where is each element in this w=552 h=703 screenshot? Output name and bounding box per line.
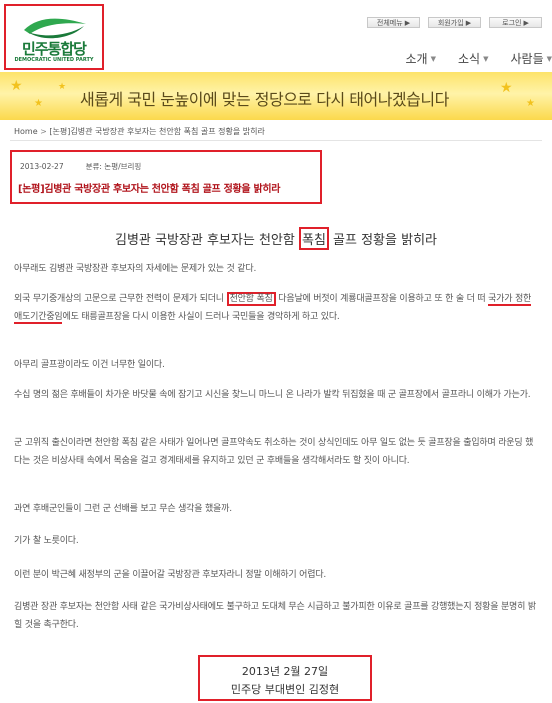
- article-paragraph: 수십 명의 젊은 후배들이 차가운 바닷물 속에 잠기고 시신을 찾느니 마느니…: [14, 390, 531, 400]
- article-paragraph: 아무래도 김병관 국방장관 후보자의 자세에는 문제가 있는 것 같다.: [14, 264, 257, 274]
- post-date: 2013-02-27: [20, 162, 64, 171]
- star-decoration-icon: ★: [526, 98, 535, 109]
- article-paragraph: 외국 무기중개상의 고문으로 근무한 전력이 문제가 되더니 천안함 폭침 다음…: [14, 290, 540, 326]
- article-paragraph: 기가 찰 노릇이다.: [14, 536, 79, 546]
- article-paragraph: 군 고위직 출신이라면 천안함 폭침 같은 사태가 일어나면 골프약속도 취소하…: [14, 438, 534, 466]
- nav-item-label: 소개: [405, 52, 428, 66]
- article-title-part: 골프 정황을 밝히라: [328, 233, 437, 248]
- star-decoration-icon: ★: [500, 80, 513, 96]
- nav-item-label: 사람들: [510, 52, 544, 66]
- top-link-label: 로그인: [502, 18, 522, 27]
- article-paragraph: 과연 후배군인들이 그런 군 선배를 보고 무슨 생각을 했을까.: [14, 504, 232, 514]
- logo-subtitle: DEMOCRATIC UNITED PARTY: [14, 57, 94, 63]
- breadcrumb-current: [논평]김병관 국방장관 후보자는 천안함 폭침 골프 정황을 밝히라: [49, 127, 265, 136]
- banner-slogan: 새롭게 국민 눈높이에 맞는 정당으로 다시 태어나겠습니다: [80, 90, 449, 109]
- top-link-label: 회원가입: [437, 18, 464, 27]
- article-title-highlight: 폭침: [298, 227, 329, 250]
- article-title: 김병관 국방장관 후보자는 천안함 폭침 골프 정황을 밝히라: [0, 227, 552, 250]
- star-decoration-icon: ★: [34, 98, 43, 109]
- play-arrow-icon: ▶: [404, 18, 411, 27]
- signature-name: 민주당 부대변인 김정현: [230, 683, 340, 696]
- paragraph-text: 외국 무기중개상의 고문으로 근무한 전력이 문제가 되더니: [14, 294, 227, 304]
- slogan-banner: ★ ★ ★ ★ ★ 새롭게 국민 눈높이에 맞는 정당으로 다시 태어나겠습니다: [0, 72, 552, 120]
- article-title-part: 김병관 국방장관 후보자는 천안함: [115, 233, 299, 248]
- paragraph-text: 다음날에 버젓이 계룡대골프장을 이용하고 또 한 술 더 떠: [275, 294, 489, 304]
- star-decoration-icon: ★: [58, 82, 67, 92]
- top-link-join[interactable]: 회원가입 ▶: [428, 17, 481, 28]
- nav-item-label: 소식: [458, 52, 481, 66]
- play-arrow-icon: ▶: [523, 18, 529, 27]
- breadcrumb-divider: [10, 140, 542, 141]
- top-link-login[interactable]: 로그인 ▶: [489, 17, 542, 28]
- breadcrumb-home[interactable]: Home: [14, 127, 38, 136]
- top-link-all-menu[interactable]: 전체메뉴 ▶: [367, 17, 420, 28]
- post-category: 분류: 논평/브리핑: [85, 162, 142, 171]
- signature-box: 2013년 2월 27일 민주당 부대변인 김정현: [198, 655, 372, 701]
- star-decoration-icon: ★: [10, 78, 23, 94]
- article-paragraph: 아무리 골프광이라도 이건 너무한 일이다.: [14, 360, 165, 370]
- breadcrumb: Home > [논평]김병관 국방장관 후보자는 천안함 폭침 골프 정황을 밝…: [14, 126, 265, 137]
- logo-name: 민주통합당: [21, 40, 87, 58]
- article-paragraph: 이런 분이 박근혜 새정부의 군을 이끌어갈 국방장관 후보자라니 정말 이해하…: [14, 570, 327, 580]
- dropdown-arrow-icon: ▼: [546, 54, 552, 63]
- signature-date: 2013년 2월 27일: [241, 665, 329, 678]
- post-meta-line: 2013-02-27 분류: 논평/브리핑: [20, 161, 141, 172]
- dropdown-arrow-icon: ▼: [430, 54, 436, 63]
- nav-item-people[interactable]: 사람들 ▼: [510, 50, 552, 67]
- post-meta-box: 2013-02-27 분류: 논평/브리핑 [논평]김병관 국방장관 후보자는 천…: [10, 150, 322, 204]
- top-utility-links: 전체메뉴 ▶ 회원가입 ▶ 로그인 ▶: [367, 17, 542, 28]
- global-nav: 소개 ▼ 소식 ▼ 사람들 ▼: [384, 50, 552, 67]
- highlight-cheonan-sinking: 천안함 폭침: [226, 292, 276, 306]
- top-link-label: 전체메뉴: [376, 18, 403, 27]
- nav-item-news[interactable]: 소식 ▼: [458, 50, 488, 67]
- paragraph-text: 에도 태릉골프장을 다시 이용한 사실이 드러나 국민들을 경악하게 하고 있다…: [62, 312, 340, 322]
- dropdown-arrow-icon: ▼: [483, 54, 489, 63]
- play-arrow-icon: ▶: [465, 18, 472, 27]
- party-logo[interactable]: 민주통합당 DEMOCRATIC UNITED PARTY: [4, 4, 104, 70]
- article-paragraph: 김병관 장관 후보자는 천안함 사태 같은 국가비상사태에도 불구하고 도대체 …: [14, 602, 536, 630]
- post-title: [논평]김병관 국방장관 후보자는 천안함 폭침 골프 정황을 밝히라: [18, 184, 281, 195]
- nav-item-intro[interactable]: 소개 ▼: [406, 50, 436, 67]
